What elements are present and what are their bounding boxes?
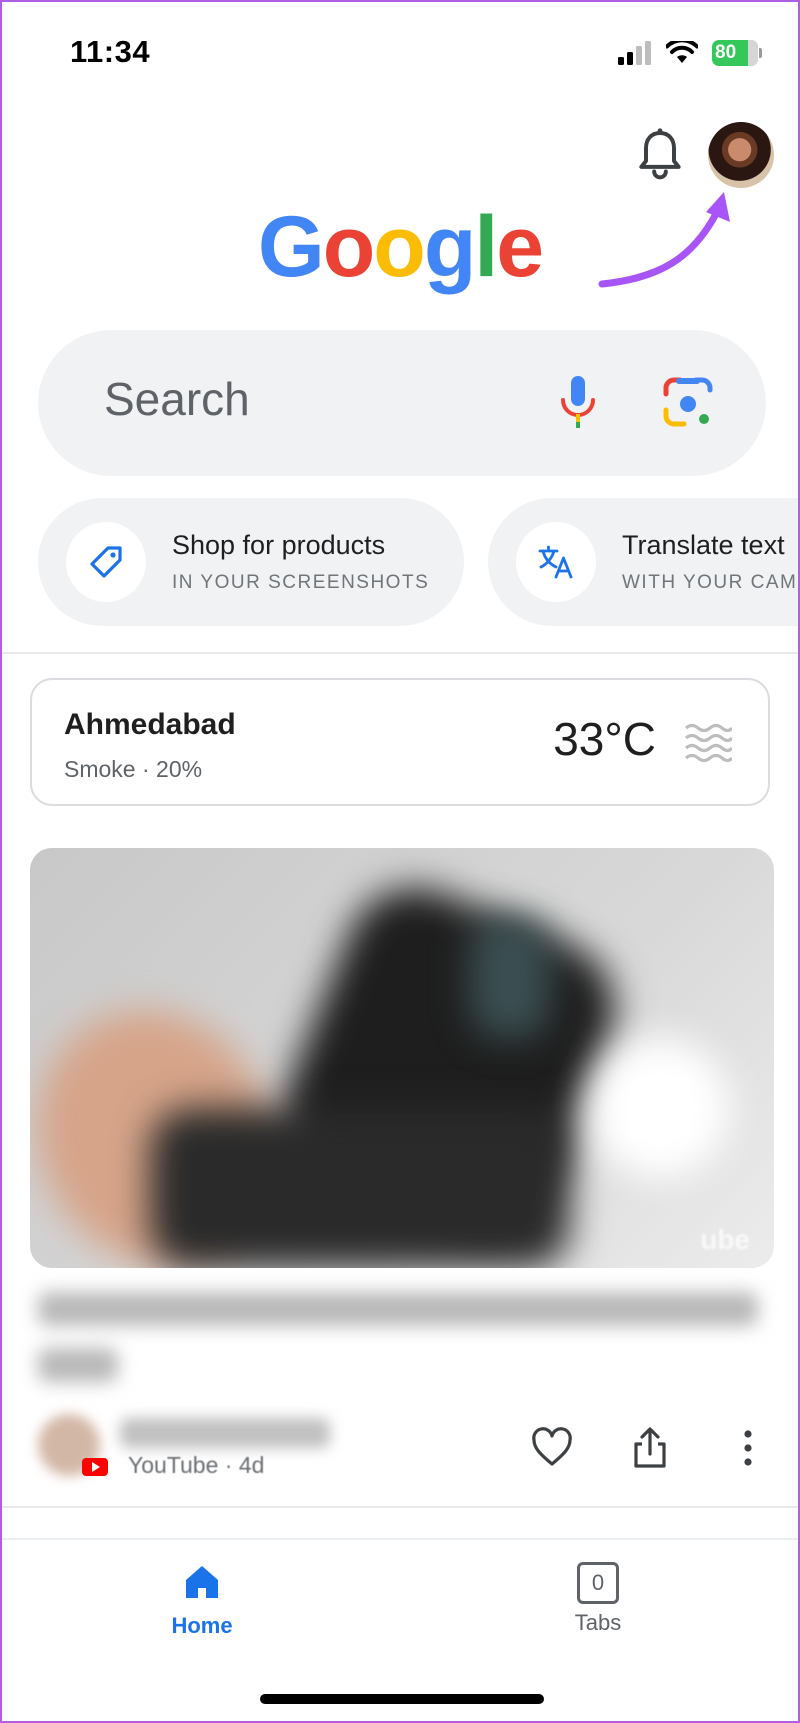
heart-icon[interactable] [530,1426,574,1470]
haze-icon [684,723,732,762]
chip-title: Translate text [622,530,785,560]
tag-icon [90,546,122,578]
logo-letter: g [423,199,477,295]
search-bar[interactable]: Search [38,330,766,476]
search-input[interactable]: Search [104,372,250,426]
voice-search-mic-icon[interactable] [558,374,598,432]
battery-indicator: 80 [712,40,762,66]
account-avatar[interactable] [708,122,774,188]
weather-condition: Smoke · 20% [64,756,203,782]
translate-icon [538,545,573,579]
status-icons: 80 [618,40,762,66]
google-logo: Google [2,198,798,297]
weather-temperature: 33°C [553,713,656,765]
nav-tabs[interactable]: 0 Tabs [548,1562,648,1636]
logo-letter: G [257,199,325,295]
video-watermark: ube [700,1224,750,1255]
nav-tabs-label: Tabs [574,1610,622,1635]
notifications-bell-icon[interactable] [632,126,688,182]
logo-letter: o [373,199,426,295]
chip-subtitle: WITH YOUR CAMERA [622,572,798,593]
weather-card[interactable]: Ahmedabad Smoke · 20% 33°C [30,678,770,806]
feed-headline-blurred[interactable] [38,1292,758,1392]
logo-letter: e [496,199,544,295]
tabs-count-icon: 0 [577,1562,619,1604]
signal-icon [618,41,651,65]
home-indicator [260,1694,544,1704]
more-options-icon[interactable] [726,1426,770,1470]
youtube-icon [82,1458,108,1476]
chip-subtitle: IN YOUR SCREENSHOTS [172,572,430,593]
suggestion-chips: Shop for products IN YOUR SCREENSHOTS Tr… [38,498,798,628]
source-name-blurred [120,1418,330,1448]
home-icon [186,1566,218,1598]
nav-home[interactable]: Home [152,1562,252,1639]
divider [2,652,798,654]
chip-shop-products[interactable]: Shop for products IN YOUR SCREENSHOTS [38,498,464,626]
source-meta: YouTube · 4d [128,1452,265,1478]
google-app-screen: 11:34 80 Google Search Shop for products… [0,0,800,1723]
share-icon[interactable] [628,1426,672,1470]
battery-level: 80 [712,40,758,66]
wifi-icon [666,41,698,63]
feed-video-thumbnail[interactable]: ube [30,848,774,1268]
google-lens-icon[interactable] [662,376,714,428]
chip-translate-text[interactable]: Translate text WITH YOUR CAMERA [488,498,798,626]
logo-letter: l [474,199,498,295]
weather-city: Ahmedabad [64,708,236,741]
chip-title: Shop for products [172,530,386,560]
divider [2,1506,798,1508]
status-time: 11:34 [70,34,151,69]
logo-letter: o [322,199,376,295]
nav-home-label: Home [171,1613,233,1638]
